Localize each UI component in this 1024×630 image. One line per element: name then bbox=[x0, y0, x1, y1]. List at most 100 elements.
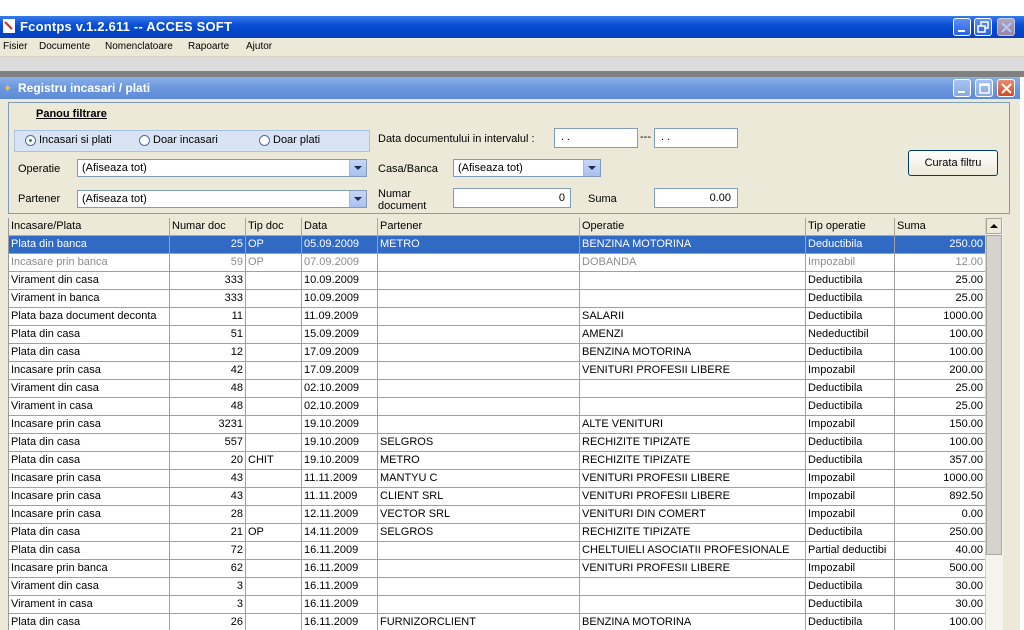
registru-grid[interactable]: Incasare/Plata Numar doc Tip doc Data Parten… bbox=[8, 218, 986, 630]
close-icon bbox=[1001, 22, 1012, 33]
table-row[interactable]: Plata baza document deconta 11 11.09.2009 S… bbox=[9, 308, 986, 326]
clear-filter-button[interactable]: Curata filtru bbox=[908, 150, 998, 176]
cell-incasare-plata: Plata din casa bbox=[9, 434, 170, 452]
table-row[interactable]: Virament din casa 3 16.11.2009 Deductibila 3… bbox=[9, 578, 986, 596]
column-header-suma[interactable]: Suma bbox=[895, 218, 986, 236]
table-row[interactable]: Virament din casa 333 10.09.2009 Deductibil… bbox=[9, 272, 986, 290]
table-row[interactable]: Virament in casa 3 16.11.2009 Deductibila 30… bbox=[9, 596, 986, 614]
table-row[interactable]: Virament in casa 48 02.10.2009 Deductibila 2… bbox=[9, 398, 986, 416]
table-row[interactable]: Plata din banca 25 OP 05.09.2009 METRO BENZIN… bbox=[9, 236, 986, 254]
cell-tip-operatie: Impozabil bbox=[806, 362, 895, 380]
cell-suma: 100.00 bbox=[895, 326, 986, 344]
menu-fisier[interactable]: Fisier bbox=[3, 41, 27, 52]
cell-operatie: AMENZI bbox=[580, 326, 806, 344]
radio-label-incasari-si-plati[interactable]: Incasari si plati bbox=[39, 134, 112, 146]
radio-label-doar-plati[interactable]: Doar plati bbox=[273, 134, 320, 146]
cell-tip-doc bbox=[246, 344, 302, 362]
cell-operatie: BENZINA MOTORINA bbox=[580, 344, 806, 362]
app-title-bar[interactable]: Fcontps v.1.2.611 -- ACCES SOFT bbox=[0, 16, 1024, 38]
cell-tip-doc: OP bbox=[246, 524, 302, 542]
operatie-label: Operatie bbox=[18, 163, 61, 175]
suma-input[interactable]: 0.00 bbox=[654, 188, 738, 208]
cell-partener bbox=[378, 416, 580, 434]
table-row[interactable]: Incasare prin casa 28 12.11.2009 VECTOR SRL… bbox=[9, 506, 986, 524]
table-row[interactable]: Plata din casa 12 17.09.2009 BENZINA MOTORI… bbox=[9, 344, 986, 362]
cell-incasare-plata: Virament din casa bbox=[9, 272, 170, 290]
column-header-partener[interactable]: Partener bbox=[378, 218, 580, 236]
cell-suma: 25.00 bbox=[895, 272, 986, 290]
cell-suma: 250.00 bbox=[895, 236, 986, 254]
chevron-down-icon[interactable] bbox=[349, 160, 366, 176]
cell-incasare-plata: Plata din casa bbox=[9, 542, 170, 560]
numar-document-label: Numar document bbox=[378, 188, 427, 212]
app-logo-icon bbox=[3, 19, 15, 33]
cell-numar-doc: 3231 bbox=[170, 416, 246, 434]
chevron-down-icon[interactable] bbox=[349, 191, 366, 207]
cell-incasare-plata: Plata din casa bbox=[9, 452, 170, 470]
radio-label-doar-incasari[interactable]: Doar incasari bbox=[153, 134, 218, 146]
cell-suma: 150.00 bbox=[895, 416, 986, 434]
operatie-select[interactable]: (Afiseaza tot) bbox=[77, 159, 367, 177]
table-row[interactable]: Plata din casa 20 CHIT 19.10.2009 METRO RECHI… bbox=[9, 452, 986, 470]
table-row[interactable]: Plata din casa 51 15.09.2009 AMENZI Nededuct… bbox=[9, 326, 986, 344]
table-row[interactable]: Incasare prin banca 62 16.11.2009 VENITURI … bbox=[9, 560, 986, 578]
column-header-tip-operatie[interactable]: Tip operatie bbox=[806, 218, 895, 236]
table-row[interactable]: Plata din casa 21 OP 14.11.2009 SELGROS RECHI… bbox=[9, 524, 986, 542]
radio-doar-plati[interactable] bbox=[259, 135, 270, 146]
table-row[interactable]: Incasare prin casa 42 17.09.2009 VENITURI P… bbox=[9, 362, 986, 380]
scroll-up-arrow-icon[interactable] bbox=[986, 218, 1002, 234]
minimize-icon bbox=[958, 30, 965, 32]
scrollbar-thumb[interactable] bbox=[986, 235, 1002, 555]
app-minimize-button[interactable] bbox=[953, 18, 971, 36]
cell-tip-operatie: Nedeductibil bbox=[806, 326, 895, 344]
date-to-input[interactable]: . . bbox=[654, 128, 738, 148]
column-header-data[interactable]: Data bbox=[302, 218, 378, 236]
table-row[interactable]: Plata din casa 557 19.10.2009 SELGROS RECHIZ… bbox=[9, 434, 986, 452]
column-header-operatie[interactable]: Operatie bbox=[580, 218, 806, 236]
cell-operatie bbox=[580, 272, 806, 290]
column-header-incasare-plata[interactable]: Incasare/Plata bbox=[9, 218, 170, 236]
cell-data: 05.09.2009 bbox=[302, 236, 378, 254]
casa-banca-select[interactable]: (Afiseaza tot) bbox=[453, 159, 601, 177]
menu-nomenclatoare[interactable]: Nomenclatoare bbox=[105, 41, 173, 52]
suma-label: Suma bbox=[588, 193, 617, 205]
cell-partener bbox=[378, 560, 580, 578]
cell-tip-operatie: Deductibila bbox=[806, 398, 895, 416]
table-row[interactable]: Plata din casa 26 16.11.2009 FURNIZORCLIENT… bbox=[9, 614, 986, 630]
cell-operatie bbox=[580, 596, 806, 614]
grid-header-row[interactable]: Incasare/Plata Numar doc Tip doc Data Parten… bbox=[9, 218, 986, 236]
numar-document-input[interactable]: 0 bbox=[453, 188, 571, 208]
child-maximize-button[interactable] bbox=[975, 79, 993, 97]
table-row[interactable]: Plata din casa 72 16.11.2009 CHELTUIELI ASO… bbox=[9, 542, 986, 560]
cell-partener bbox=[378, 254, 580, 272]
cell-tip-doc bbox=[246, 614, 302, 630]
cell-suma: 100.00 bbox=[895, 614, 986, 630]
child-window-title-bar[interactable]: ✦ Registru incasari / plati bbox=[0, 77, 1020, 99]
menu-rapoarte[interactable]: Rapoarte bbox=[188, 41, 229, 52]
chevron-down-icon[interactable] bbox=[583, 160, 600, 176]
table-row[interactable]: Incasare prin banca 59 OP 07.09.2009 DOBANDA… bbox=[9, 254, 986, 272]
column-header-numar-doc[interactable]: Numar doc bbox=[170, 218, 246, 236]
table-row[interactable]: Virament in banca 333 10.09.2009 Deductibil… bbox=[9, 290, 986, 308]
child-close-button[interactable] bbox=[997, 79, 1015, 97]
cell-tip-operatie: Deductibila bbox=[806, 272, 895, 290]
grid-vertical-scrollbar[interactable] bbox=[985, 218, 1003, 630]
table-row[interactable]: Virament din casa 48 02.10.2009 Deductibila… bbox=[9, 380, 986, 398]
radio-incasari-si-plati[interactable] bbox=[25, 135, 36, 146]
partener-select[interactable]: (Afiseaza tot) bbox=[77, 190, 367, 208]
cell-incasare-plata: Plata din casa bbox=[9, 326, 170, 344]
table-row[interactable]: Incasare prin casa 43 11.11.2009 CLIENT SRL… bbox=[9, 488, 986, 506]
app-restore-button[interactable] bbox=[974, 18, 992, 36]
cell-data: 02.10.2009 bbox=[302, 380, 378, 398]
child-minimize-button[interactable] bbox=[953, 79, 971, 97]
cell-data: 19.10.2009 bbox=[302, 416, 378, 434]
radio-doar-incasari[interactable] bbox=[139, 135, 150, 146]
menu-ajutor[interactable]: Ajutor bbox=[246, 41, 272, 52]
menu-documente[interactable]: Documente bbox=[39, 41, 90, 52]
date-from-input[interactable]: . . bbox=[554, 128, 638, 148]
table-row[interactable]: Incasare prin casa 3231 19.10.2009 ALTE VEN… bbox=[9, 416, 986, 434]
column-header-tip-doc[interactable]: Tip doc bbox=[246, 218, 302, 236]
table-row[interactable]: Incasare prin casa 43 11.11.2009 MANTYU C VE… bbox=[9, 470, 986, 488]
app-close-button[interactable] bbox=[997, 18, 1015, 36]
cell-incasare-plata: Incasare prin casa bbox=[9, 470, 170, 488]
